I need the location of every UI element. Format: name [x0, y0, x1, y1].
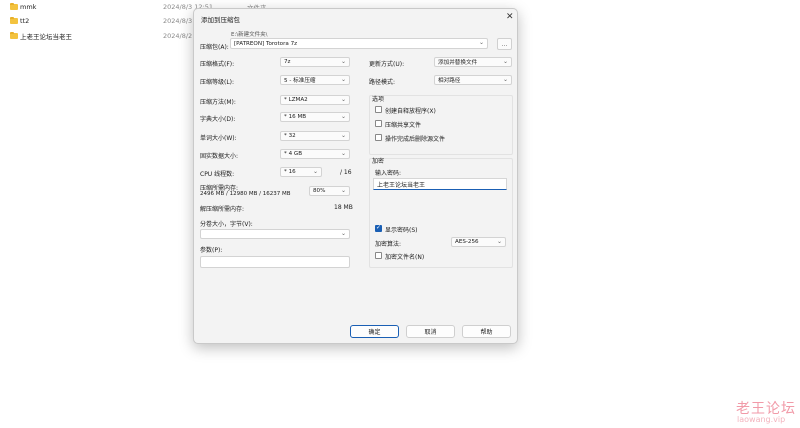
- chevron-down-icon: ⌄: [340, 150, 346, 157]
- path-mode-label: 路径模式:: [369, 79, 396, 86]
- word-value: * 32: [284, 133, 296, 139]
- help-button[interactable]: 帮助: [462, 325, 511, 338]
- folder-icon: [10, 16, 18, 24]
- path-mode-select[interactable]: 相对路径 ⌄: [434, 75, 512, 85]
- archive-label: 压缩包(A):: [200, 44, 229, 51]
- folder-icon: [10, 31, 18, 39]
- archive-path-combo[interactable]: [PATREON] Torotora 7z ⌄: [230, 38, 488, 49]
- close-icon[interactable]: ✕: [506, 12, 514, 22]
- cancel-button[interactable]: 取消: [406, 325, 455, 338]
- explorer-row-name: tt2: [20, 17, 30, 25]
- format-label: 压缩格式(F):: [200, 61, 235, 68]
- enc-method-label: 加密算法:: [375, 241, 402, 248]
- password-label: 输入密码:: [375, 170, 402, 177]
- solid-label: 固实数据大小:: [200, 153, 239, 160]
- sfx-label: 创建自释放程序(X): [385, 108, 436, 115]
- decomp-label: 解压缩所需内存:: [200, 206, 245, 213]
- update-label: 更新方式(U):: [369, 61, 405, 68]
- password-input[interactable]: 上老王论坛当老王: [373, 178, 507, 190]
- chevron-down-icon: ⌄: [312, 168, 318, 175]
- level-select[interactable]: 5 - 标准压缩 ⌄: [280, 75, 350, 85]
- cpu-label: CPU 线程数:: [200, 171, 235, 178]
- options-title: 选项: [372, 96, 385, 103]
- show-password-label: 显示密码(S): [385, 227, 418, 234]
- chevron-down-icon: ⌄: [340, 132, 346, 139]
- show-password-checkbox[interactable]: [375, 224, 382, 232]
- update-select[interactable]: 添加并替换文件 ⌄: [434, 57, 512, 67]
- chevron-down-icon: ⌄: [340, 96, 346, 103]
- dict-value: * 16 MB: [284, 114, 307, 120]
- browse-button[interactable]: ...: [497, 38, 512, 50]
- delete-after-checkbox[interactable]: [375, 134, 382, 141]
- decomp-value: 18 MB: [334, 204, 353, 211]
- encryption-title: 加密: [372, 158, 385, 165]
- chevron-down-icon: ⌄: [340, 58, 346, 65]
- chevron-down-icon: ⌄: [502, 58, 508, 65]
- explorer-row-name: mmk: [20, 3, 37, 11]
- update-value: 添加并替换文件: [438, 60, 478, 66]
- level-value: 5 - 标准压缩: [284, 78, 316, 84]
- watermark-url: laowang.vip: [737, 415, 786, 424]
- explorer-row-name: 上老王论坛当老王: [20, 33, 72, 41]
- mem-value: 80%: [313, 188, 326, 194]
- chevron-down-icon: ⌄: [340, 113, 346, 120]
- split-select[interactable]: ⌄: [200, 229, 350, 239]
- word-label: 单词大小(W):: [200, 135, 237, 142]
- solid-value: * 4 GB: [284, 151, 303, 157]
- dict-label: 字典大小(D):: [200, 116, 236, 123]
- explorer-row-date: 2024/8/3: [163, 17, 193, 25]
- cpu-select[interactable]: * 16 ⌄: [280, 167, 322, 177]
- chevron-down-icon[interactable]: ⌄: [479, 39, 484, 46]
- encrypt-names-checkbox[interactable]: [375, 252, 382, 259]
- delete-after-label: 操作完成后删除源文件: [385, 136, 446, 143]
- params-input[interactable]: [200, 256, 350, 268]
- split-label: 分卷大小，字节(V):: [200, 221, 253, 228]
- format-select[interactable]: 7z ⌄: [280, 57, 350, 67]
- enc-method-value: AES-256: [455, 239, 479, 245]
- ok-button[interactable]: 确定: [350, 325, 399, 338]
- method-label: 压缩方法(M):: [200, 99, 236, 106]
- level-label: 压缩等级(L):: [200, 79, 235, 86]
- method-value: * LZMA2: [284, 97, 308, 103]
- method-select[interactable]: * LZMA2 ⌄: [280, 95, 350, 105]
- params-label: 参数(P):: [200, 247, 223, 254]
- sfx-checkbox[interactable]: [375, 106, 382, 113]
- chevron-down-icon: ⌄: [340, 76, 346, 83]
- mem-detail: 2496 MB / 12980 MB / 16237 MB: [200, 191, 291, 197]
- archive-path-value: [PATREON] Torotora 7z: [234, 40, 298, 47]
- solid-select[interactable]: * 4 GB ⌄: [280, 149, 350, 159]
- mem-select[interactable]: 80% ⌄: [309, 186, 350, 196]
- path-mode-value: 相对路径: [438, 78, 461, 84]
- chevron-down-icon: ⌄: [340, 230, 346, 237]
- cpu-total: / 16: [340, 169, 352, 176]
- encrypt-names-label: 加密文件名(N): [385, 254, 425, 261]
- chevron-down-icon: ⌄: [502, 76, 508, 83]
- cpu-value: * 16: [284, 169, 296, 175]
- dict-select[interactable]: * 16 MB ⌄: [280, 112, 350, 122]
- shared-files-checkbox[interactable]: [375, 120, 382, 127]
- enc-method-select[interactable]: AES-256 ⌄: [451, 237, 506, 247]
- explorer-row-date: 2024/8/2: [163, 32, 193, 40]
- word-select[interactable]: * 32 ⌄: [280, 131, 350, 141]
- shared-files-label: 压缩共享文件: [385, 122, 422, 129]
- add-to-archive-dialog: 添加到压缩包 ✕ 压缩包(A): E:\新建文件夹\ [PATREON] Tor…: [193, 8, 518, 344]
- chevron-down-icon: ⌄: [496, 238, 502, 245]
- folder-icon: [10, 2, 18, 10]
- password-value: 上老王论坛当老王: [377, 181, 426, 189]
- format-value: 7z: [284, 59, 291, 65]
- dialog-title: 添加到压缩包: [201, 16, 240, 24]
- archive-path-label: E:\新建文件夹\: [231, 32, 268, 38]
- chevron-down-icon: ⌄: [340, 187, 346, 194]
